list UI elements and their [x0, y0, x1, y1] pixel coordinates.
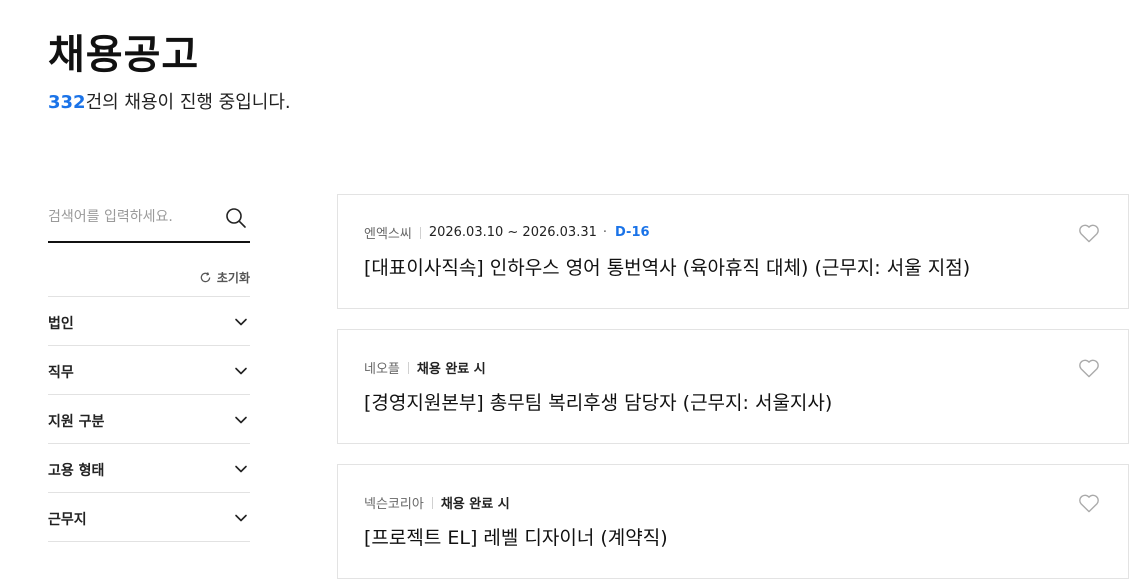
reset-row: 초기화: [48, 243, 250, 297]
application-period: 2026.03.10 ~ 2026.03.31: [428, 225, 597, 240]
d-day-badge: D-16: [615, 225, 650, 240]
divider: [419, 226, 421, 239]
job-card[interactable]: 엔엑스씨 2026.03.10 ~ 2026.03.31 · D-16 [대표이…: [337, 194, 1129, 309]
chevron-down-icon: [235, 416, 247, 424]
filter-employment-type[interactable]: 고용 형태: [48, 444, 250, 493]
job-list: 엔엑스씨 2026.03.10 ~ 2026.03.31 · D-16 [대표이…: [337, 194, 1129, 586]
company-name: 넥슨코리아: [364, 497, 424, 512]
reset-label: 초기화: [216, 271, 250, 285]
chevron-down-icon: [235, 367, 247, 375]
job-meta: 네오플 채용 완료 시: [364, 358, 486, 377]
chevron-down-icon: [235, 465, 247, 473]
filter-label: 직무: [48, 365, 74, 381]
search-button[interactable]: [224, 206, 248, 230]
job-meta: 넥슨코리아 채용 완료 시: [364, 493, 510, 512]
filter-job-function[interactable]: 직무: [48, 346, 250, 395]
job-count-suffix: 건의 채용이 진행 중입니다.: [85, 92, 291, 113]
company-name: 네오플: [364, 362, 400, 377]
filter-label: 지원 구분: [48, 414, 105, 430]
search-icon: [226, 208, 246, 228]
heart-icon[interactable]: [1078, 493, 1100, 513]
filter-label: 법인: [48, 316, 74, 332]
job-title[interactable]: [프로젝트 EL] 레벨 디자이너 (계약직): [364, 523, 668, 550]
refresh-icon: [200, 272, 211, 283]
filter-label: 고용 형태: [48, 463, 105, 479]
page-title: 채용공고: [48, 32, 200, 78]
filter-application-type[interactable]: 지원 구분: [48, 395, 250, 444]
job-meta: 엔엑스씨 2026.03.10 ~ 2026.03.31 · D-16: [364, 223, 650, 242]
job-count-summary: 332건의 채용이 진행 중입니다.: [48, 88, 291, 114]
filter-location[interactable]: 근무지: [48, 493, 250, 542]
reset-button[interactable]: 초기화: [199, 269, 250, 286]
chevron-down-icon: [235, 318, 247, 326]
job-title[interactable]: [대표이사직속] 인하우스 영어 통번역사 (육아휴직 대체) (근무지: 서울…: [364, 253, 970, 280]
filter-sidebar: 초기화 법인 직무 지원 구분 고용 형태 근무지: [48, 196, 250, 542]
separator-dot: ·: [602, 225, 608, 240]
chevron-down-icon: [235, 514, 247, 522]
search-input[interactable]: [48, 204, 218, 230]
heart-icon[interactable]: [1078, 223, 1100, 243]
job-count: 332: [48, 92, 86, 113]
filter-corporation[interactable]: 법인: [48, 297, 250, 346]
company-name: 엔엑스씨: [364, 227, 412, 242]
divider: [431, 496, 433, 509]
job-card[interactable]: 네오플 채용 완료 시 [경영지원본부] 총무팀 복리후생 담당자 (근무지: …: [337, 329, 1129, 444]
divider: [407, 361, 409, 374]
heart-icon[interactable]: [1078, 358, 1100, 378]
job-card[interactable]: 넥슨코리아 채용 완료 시 [프로젝트 EL] 레벨 디자이너 (계약직): [337, 464, 1129, 579]
application-period: 채용 완료 시: [416, 362, 486, 377]
search-box: [48, 196, 250, 243]
application-period: 채용 완료 시: [440, 497, 510, 512]
filter-label: 근무지: [48, 512, 87, 528]
job-title[interactable]: [경영지원본부] 총무팀 복리후생 담당자 (근무지: 서울지사): [364, 388, 832, 415]
